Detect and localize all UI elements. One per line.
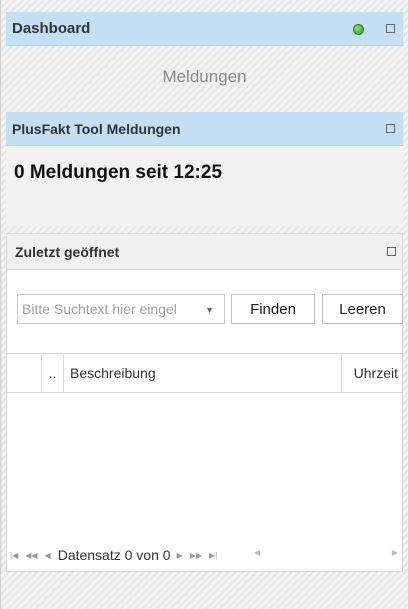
grid-header-cell[interactable]: [7, 354, 42, 392]
recent-panel-title: Zuletzt geöffnet: [15, 243, 120, 260]
plusfakt-panel-title: PlusFakt Tool Meldungen: [12, 120, 181, 137]
search-row: ▼ Finden Leeren: [17, 294, 403, 324]
scroll-right-icon[interactable]: ▶: [392, 548, 398, 557]
prev-page-icon[interactable]: ◀: [45, 551, 51, 560]
next-block-icon[interactable]: ▶▶: [190, 551, 202, 560]
pager-scrollbar[interactable]: ◀ ▶: [254, 548, 398, 562]
grid-body: [7, 393, 402, 533]
meldungen-tab-label: Meldungen: [162, 67, 247, 86]
pager: |◀ ◀◀ ◀ Datensatz 0 von 0 ▶ ▶▶ ▶| ◀ ▶: [7, 540, 402, 570]
grid-header-description[interactable]: Beschreibung: [64, 354, 342, 392]
maximize-icon[interactable]: [386, 24, 395, 33]
search-combo[interactable]: ▼: [17, 294, 225, 324]
last-page-icon[interactable]: ▶|: [209, 551, 217, 560]
dashboard-header: Dashboard: [6, 12, 403, 46]
find-button[interactable]: Finden: [231, 294, 315, 324]
next-page-icon[interactable]: ▶: [177, 551, 183, 560]
status-online-icon: [353, 24, 364, 35]
search-input[interactable]: [22, 301, 202, 317]
maximize-icon[interactable]: [387, 247, 396, 256]
message-count: 0 Meldungen seit 12:25: [14, 162, 223, 183]
recent-panel-header: Zuletzt geöffnet: [7, 234, 402, 270]
recent-panel: Zuletzt geöffnet ▼ Finden Leeren .. Besc…: [6, 233, 403, 572]
scroll-left-icon[interactable]: ◀: [254, 548, 260, 557]
grid-header-cell[interactable]: ..: [42, 354, 64, 392]
meldungen-tab[interactable]: Meldungen: [6, 46, 403, 108]
grid-header: .. Beschreibung Uhrzeit: [7, 353, 402, 393]
maximize-icon[interactable]: [386, 124, 395, 133]
clear-button[interactable]: Leeren: [322, 294, 403, 324]
plusfakt-panel-body: 0 Meldungen seit 12:25: [6, 146, 403, 226]
grid-header-time[interactable]: Uhrzeit: [342, 354, 402, 392]
plusfakt-panel-header: PlusFakt Tool Meldungen: [6, 112, 403, 146]
dashboard-title: Dashboard: [12, 20, 91, 37]
dropdown-arrow-icon[interactable]: ▼: [205, 305, 214, 315]
prev-block-icon[interactable]: ◀◀: [25, 551, 37, 560]
pager-label: Datensatz 0 von 0: [57, 547, 171, 563]
bottom-area: [6, 572, 403, 609]
first-page-icon[interactable]: |◀: [10, 551, 18, 560]
